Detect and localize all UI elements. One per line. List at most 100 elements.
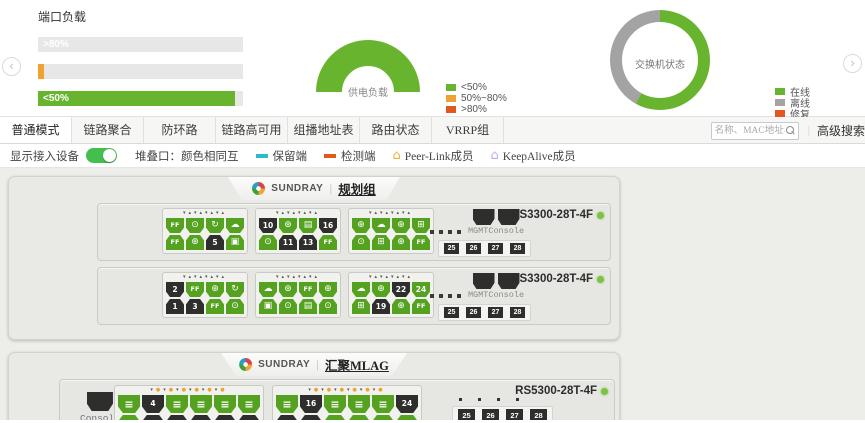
port[interactable]: 13	[276, 415, 298, 420]
port[interactable]: ≡	[276, 395, 298, 413]
search-input[interactable]	[715, 124, 785, 138]
port[interactable]: 24	[396, 395, 418, 413]
uplink-port[interactable]: 25	[444, 307, 459, 318]
group-name-link[interactable]: 规划组	[338, 179, 376, 198]
port[interactable]: ≡	[118, 395, 140, 413]
port[interactable]: ☁	[372, 218, 390, 233]
port[interactable]: 1	[166, 299, 184, 314]
port[interactable]: ⊕	[392, 218, 410, 233]
uplink-port[interactable]: 27	[488, 243, 503, 254]
port[interactable]: ≡	[348, 395, 370, 413]
mgmt-jack-icon[interactable]	[473, 209, 495, 225]
mgmt-jack-icon[interactable]	[473, 273, 495, 289]
port[interactable]: ⊙	[352, 235, 370, 250]
port[interactable]: 5	[206, 235, 224, 250]
port[interactable]: 11	[279, 235, 297, 250]
group-name-link[interactable]: 汇聚MLAG	[325, 355, 389, 374]
port[interactable]: ⊕	[186, 235, 204, 250]
group-tab[interactable]: SUNDRAY|汇聚MLAG	[221, 353, 407, 376]
port[interactable]: ≡	[238, 395, 260, 413]
port[interactable]: 3	[186, 299, 204, 314]
port[interactable]: ≡	[166, 395, 188, 413]
port[interactable]: ≡	[190, 395, 212, 413]
port[interactable]: FF	[299, 282, 317, 297]
port[interactable]: 4	[142, 395, 164, 413]
port[interactable]: 16	[319, 218, 337, 233]
group-tab[interactable]: SUNDRAY|规划组	[228, 177, 400, 200]
port[interactable]: 7	[190, 415, 212, 420]
port[interactable]: ⊙	[319, 299, 337, 314]
port[interactable]: ↻	[226, 282, 244, 297]
tab-4[interactable]: 链路高可用	[216, 117, 288, 143]
port[interactable]: ⊕	[352, 218, 370, 233]
port[interactable]: FF	[206, 299, 224, 314]
port[interactable]: 5	[166, 415, 188, 420]
port[interactable]: ⊞	[412, 218, 430, 233]
port[interactable]: ☁	[352, 282, 370, 297]
carousel-prev-button[interactable]: ‹	[2, 57, 21, 76]
port[interactable]: ⊙	[186, 218, 204, 233]
port[interactable]: ≡	[214, 395, 236, 413]
port[interactable]: FF	[186, 282, 204, 297]
port[interactable]: ⊕	[206, 282, 224, 297]
uplink-port[interactable]: 27	[506, 409, 523, 420]
uplink-port[interactable]: 25	[444, 243, 459, 254]
tab-7[interactable]: VRRP组	[432, 117, 504, 143]
show-access-devices-toggle[interactable]	[86, 148, 117, 163]
tab-1[interactable]: 普通模式	[0, 117, 72, 143]
port[interactable]: ⊙	[226, 299, 244, 314]
uplink-port[interactable]: 27	[488, 307, 503, 318]
port[interactable]: FF	[412, 299, 430, 314]
tab-5[interactable]: 组播地址表	[288, 117, 360, 143]
port[interactable]: FF	[319, 235, 337, 250]
port[interactable]: ⊞	[352, 299, 370, 314]
port[interactable]: ≡	[324, 395, 346, 413]
port[interactable]: 22	[392, 282, 410, 297]
port[interactable]: 11	[238, 415, 260, 420]
port[interactable]: ≡	[372, 415, 394, 420]
tab-2[interactable]: 链路聚合	[72, 117, 144, 143]
uplink-port[interactable]: 28	[530, 409, 547, 420]
port[interactable]: ▤	[299, 299, 317, 314]
uplink-port[interactable]: 25	[458, 409, 475, 420]
port[interactable]: 9	[214, 415, 236, 420]
port[interactable]: 19	[372, 299, 390, 314]
port[interactable]: ▤	[299, 218, 317, 233]
uplink-port[interactable]: 26	[466, 307, 481, 318]
tab-6[interactable]: 路由状态	[360, 117, 432, 143]
uplink-port[interactable]: 28	[510, 307, 525, 318]
port[interactable]: ≡	[396, 415, 418, 420]
port[interactable]: ↻	[206, 218, 224, 233]
uplink-port[interactable]: 26	[482, 409, 499, 420]
port[interactable]: 10	[259, 218, 277, 233]
port[interactable]: ⊕	[392, 299, 410, 314]
port[interactable]: 15	[300, 415, 322, 420]
carousel-next-button[interactable]: ›	[843, 54, 862, 73]
port[interactable]: FF	[412, 235, 430, 250]
port[interactable]: ☁	[259, 282, 277, 297]
port[interactable]: ▣	[226, 235, 244, 250]
search-icon[interactable]	[786, 126, 794, 134]
port[interactable]: ⊛	[279, 218, 297, 233]
tab-3[interactable]: 防环路	[144, 117, 216, 143]
port[interactable]: 2	[166, 282, 184, 297]
port[interactable]: ⊕	[319, 282, 337, 297]
port[interactable]: ⊞	[372, 235, 390, 250]
port[interactable]: ≡	[372, 395, 394, 413]
port[interactable]: FF	[166, 218, 184, 233]
port[interactable]: 3	[142, 415, 164, 420]
advanced-search-link[interactable]: 高级搜索	[817, 122, 865, 139]
uplink-port[interactable]: 26	[466, 243, 481, 254]
port[interactable]: ≡	[324, 415, 346, 420]
port[interactable]: ⊕	[372, 282, 390, 297]
port[interactable]: ⊛	[279, 282, 297, 297]
port[interactable]: ☁	[226, 218, 244, 233]
port[interactable]: ⊙	[259, 235, 277, 250]
port[interactable]: ≡	[348, 415, 370, 420]
port[interactable]: ⊕	[392, 235, 410, 250]
port[interactable]: ⊙	[279, 299, 297, 314]
port[interactable]: ≡	[118, 415, 140, 420]
uplink-port[interactable]: 28	[510, 243, 525, 254]
port[interactable]: ▣	[259, 299, 277, 314]
port[interactable]: 24	[412, 282, 430, 297]
